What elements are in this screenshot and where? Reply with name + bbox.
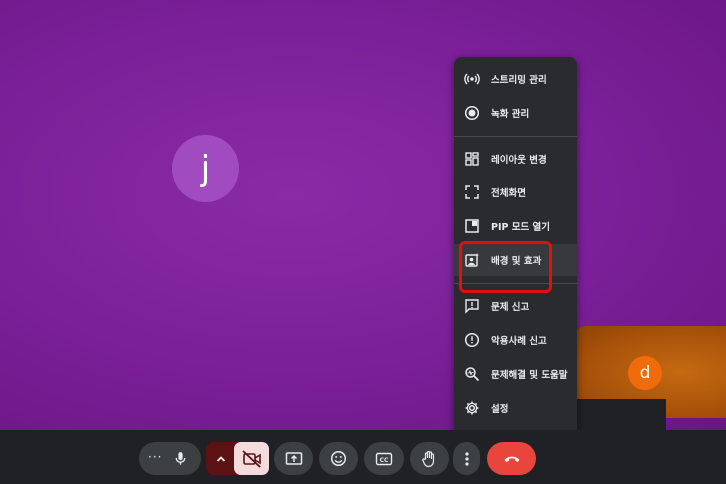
- broadcast-icon: [464, 71, 480, 87]
- call-controls-bar: [0, 430, 726, 484]
- report-abuse-icon: [464, 332, 480, 348]
- emoji-icon: [330, 450, 347, 467]
- menu-item-report-problem[interactable]: 문제 신고: [454, 290, 577, 322]
- menu-item-fullscreen[interactable]: 전체화면: [454, 176, 577, 208]
- record-icon: [464, 105, 480, 121]
- report-problem-icon: [464, 298, 480, 314]
- menu-item-label: 설정: [491, 404, 509, 415]
- captions-icon: CC: [375, 452, 393, 466]
- emoji-reaction-button[interactable]: [319, 442, 358, 475]
- menu-item-settings[interactable]: 설정: [454, 392, 577, 424]
- menu-item-label: 스트리밍 관리: [491, 75, 547, 86]
- raise-hand-button[interactable]: [410, 442, 449, 475]
- mic-button-group[interactable]: ···: [139, 442, 201, 475]
- menu-item-pip[interactable]: PIP 모드 열기: [454, 210, 577, 242]
- captions-button[interactable]: CC: [364, 442, 404, 475]
- mic-icon[interactable]: [172, 450, 189, 467]
- menu-item-label: 문제해결 및 도움말: [491, 370, 568, 381]
- more-options-button[interactable]: [453, 442, 480, 475]
- end-call-icon: [503, 454, 521, 464]
- menu-item-label: 녹화 관리: [491, 109, 530, 120]
- more-dots[interactable]: ···: [148, 450, 162, 464]
- self-tile-namebar: [575, 399, 666, 432]
- settings-icon: [464, 400, 480, 416]
- svg-text:CC: CC: [380, 456, 389, 463]
- participant-avatar-main: j: [172, 135, 239, 202]
- troubleshoot-icon: [464, 366, 480, 382]
- menu-item-recording[interactable]: 녹화 관리: [454, 97, 577, 129]
- layout-icon: [464, 151, 480, 167]
- raise-hand-icon: [421, 450, 438, 468]
- menu-divider: [454, 136, 577, 137]
- menu-item-label: PIP 모드 열기: [491, 222, 551, 233]
- end-call-button[interactable]: [487, 442, 536, 475]
- fullscreen-icon: [464, 184, 480, 200]
- highlight-box-background-effects: [459, 241, 552, 293]
- present-screen-icon: [285, 451, 303, 467]
- menu-item-label: 문제 신고: [491, 302, 530, 313]
- pip-icon: [464, 218, 480, 234]
- self-avatar: d: [628, 356, 662, 390]
- menu-item-streaming[interactable]: 스트리밍 관리: [454, 63, 577, 95]
- chevron-up-icon[interactable]: [214, 451, 228, 465]
- more-options-icon: [464, 451, 470, 467]
- camera-button-group[interactable]: [206, 442, 269, 475]
- menu-item-report-abuse[interactable]: 악용사례 신고: [454, 324, 577, 356]
- menu-item-troubleshoot[interactable]: 문제해결 및 도움말: [454, 358, 577, 390]
- menu-item-label: 악용사례 신고: [491, 336, 547, 347]
- camera-off-icon[interactable]: [234, 442, 269, 475]
- menu-item-label: 레이아웃 변경: [491, 155, 547, 166]
- present-screen-button[interactable]: [274, 442, 313, 475]
- menu-item-label: 전체화면: [491, 188, 526, 199]
- menu-item-layout[interactable]: 레이아웃 변경: [454, 143, 577, 175]
